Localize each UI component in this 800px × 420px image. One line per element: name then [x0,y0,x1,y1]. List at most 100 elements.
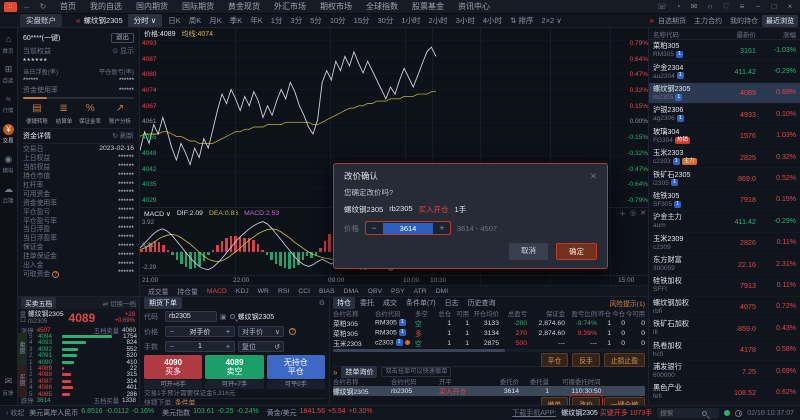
indicator-tab[interactable]: MACD [203,288,231,295]
expand-orders-icon[interactable]: » [333,368,337,377]
indicator-tab[interactable]: CCI [294,288,314,295]
nav-item[interactable]: 国际期货 [175,1,221,12]
period-tab[interactable]: 30分 [374,15,398,26]
dialog-price-stepper[interactable]: − 3614 + [365,221,451,235]
period-tab[interactable]: 2小时 [425,15,452,26]
tab-futures-order[interactable]: 期货下单 [144,297,182,309]
nav-item[interactable]: 股票基金 [405,1,451,12]
indicator-tab[interactable]: DMA [340,288,363,295]
pane-close-icon[interactable]: ✕ [640,209,646,219]
position-row[interactable]: 玉米2303 c23031 空 1 1 2875 500 --- --- 1 0… [333,338,645,348]
nav-item[interactable]: 全球指数 [359,1,405,12]
code-input[interactable]: rb2305 [165,311,217,322]
period-tab[interactable]: 10分 [326,15,350,26]
quote-list-tab[interactable]: 自选期货 [654,15,690,27]
nav-item[interactable]: 期权市场 [313,1,359,12]
period-tab[interactable]: 3小时 [452,15,479,26]
dialog-price-minus-icon[interactable]: − [366,224,382,233]
positions-tab[interactable]: 日志 [441,297,463,309]
bell-icon[interactable]: ◔ [672,2,684,11]
rail-item[interactable]: ≈ 行情 [2,94,14,115]
quote-row[interactable]: 沪金主力 aum 411.42 -0.29% [649,211,800,232]
positions-tab[interactable]: 成交 [379,297,401,309]
close-icon[interactable]: × [784,2,796,11]
quote-row[interactable]: 沪银2306 ag23061 4933 0.10% [649,104,800,125]
period-tab[interactable]: 1分 [267,15,287,26]
grid-layout-select[interactable]: 2×2 ∨ [537,16,565,25]
period-tab[interactable]: 月K [205,15,226,26]
positions-tab[interactable]: 委托 [356,297,378,309]
position-row[interactable]: 菜粕305 RM3051 空 1 1 3133 -280 2,874.60 -9… [333,318,645,328]
quote-row[interactable]: 玻璃304 FG304热销 1576 1.03% [649,126,800,147]
feedback-button[interactable]: ✉ 反馈 [2,376,14,397]
indicator-tab[interactable]: ATR [410,288,431,295]
index-ticker[interactable]: 美元指数 103.61 -0.25 -0.24% [162,408,259,418]
rail-item[interactable]: ¥ 交易 [2,124,14,145]
quote-row[interactable]: 玉米2303 c23031主力 2825 0.32% [649,147,800,168]
index-ticker[interactable]: 美元离岸人民币 6.8516 -0.0112 -0.16% [29,408,154,418]
account-shortcut[interactable]: ▤ 便捷转账 [25,103,49,125]
quote-row[interactable]: 东方财富 300059 22.16 2.31% [649,254,800,275]
quote-list-tab[interactable]: 主力合约 [690,15,726,27]
quote-row[interactable]: 螺纹钢加权 rbfi 4075 0.72% [649,297,800,318]
dialog-price-plus-icon[interactable]: + [434,224,450,233]
position-action-button[interactable]: 止损止盈 [604,353,645,367]
sort-button[interactable]: ⇅ 排序 [506,15,537,26]
quote-row[interactable]: 热卷加权 hcfi 4178 0.58% [649,339,800,360]
index-ticker[interactable]: 黄金/美元 1841.56 +5.54 +0.30% [267,408,373,418]
position-row[interactable]: 菜粕305 RM3051 多 1 1 3134 270 2,874.60 9.3… [333,328,645,338]
search-input[interactable] [660,410,700,417]
search-box[interactable] [657,408,719,418]
price-plus-icon[interactable]: + [222,327,234,336]
tab-five-levels[interactable]: 买卖五档 [21,297,56,309]
period-tab[interactable]: 1小时 [397,15,424,26]
quote-row[interactable]: 黑色产业 fefi 108.52 0.62% [649,382,800,403]
timeframe-active-tab[interactable]: 分时 ∨ [128,14,163,27]
collapse-left-icon[interactable]: « [76,16,80,25]
refresh-icon[interactable]: ↻ [37,2,49,11]
indicator-tab[interactable]: PSY [387,288,409,295]
refresh-funds-button[interactable]: ↻ 刷新 [112,131,134,141]
dialog-price-input[interactable]: 3614 [383,223,433,234]
macd-title[interactable]: MACD ∨ [144,210,171,218]
help-icon[interactable]: ? [289,328,296,335]
rail-item[interactable]: ☁ 云端 [2,184,14,205]
search-icon[interactable] [230,314,235,319]
price-mode-select[interactable]: 对手价∨ [238,326,284,337]
dialog-close-icon[interactable]: ✕ [590,171,597,182]
account-shortcut[interactable]: % 保证金率 [78,103,102,125]
nav-item[interactable]: 我的自选 [83,1,129,12]
quote-row[interactable]: 玉米2309 c2309 2826 0.11% [649,233,800,254]
account-shortcut[interactable]: ↗ 账户分析 [108,103,132,125]
price-stepper[interactable]: − 对手价 + [165,326,235,337]
quote-row[interactable]: 浦发银行 600000 7.25 0.69% [649,361,800,382]
positions-tab[interactable]: 条件单(7) [402,297,440,309]
rail-item[interactable]: ◉ 模拟 [2,154,14,175]
info-icon[interactable]: ? [52,271,59,278]
period-tab[interactable]: 年K [246,15,267,26]
period-tab[interactable]: 日K [164,15,185,26]
nav-item[interactable]: 国内期货 [129,1,175,12]
quote-row[interactable]: 硅铁305 SF3051 7918 0.15% [649,190,800,211]
account-shortcut[interactable]: ≣ 结算单 [55,103,73,125]
rail-item[interactable]: ⌂ 首页 [2,34,14,55]
dialog-cancel-button[interactable]: 取消 [509,243,548,260]
menu-icon[interactable]: ≡ [736,2,748,11]
indicator-tab[interactable]: OBV [364,288,386,295]
positions-tab[interactable]: 持仓 [333,297,355,309]
quote-row[interactable]: 菜粕305 RM3051 3161 -1.03% [649,40,800,61]
qty-minus-icon[interactable]: − [166,342,178,351]
nav-item[interactable]: 外汇市场 [267,1,313,12]
quote-list-tab[interactable]: 我的持仓 [726,15,762,27]
indicator-tab[interactable]: WR [254,288,273,295]
indicator-tab[interactable]: KDJ [232,288,253,295]
close-position-button[interactable]: 无持仓平仓 [267,355,325,379]
position-action-button[interactable]: 反手 [572,353,600,367]
positions-tab[interactable]: 历史查询 [464,297,500,309]
indicator-tab[interactable]: BIAS [315,288,339,295]
buy-long-button[interactable]: 4090买多 [144,355,202,379]
lock-icon[interactable]: ▣ [220,313,227,321]
user-icon[interactable]: ○ [704,2,716,11]
quote-list-tab[interactable]: 最近浏览 [762,15,798,27]
app-download-link[interactable]: 下载手机APP: [512,408,556,418]
